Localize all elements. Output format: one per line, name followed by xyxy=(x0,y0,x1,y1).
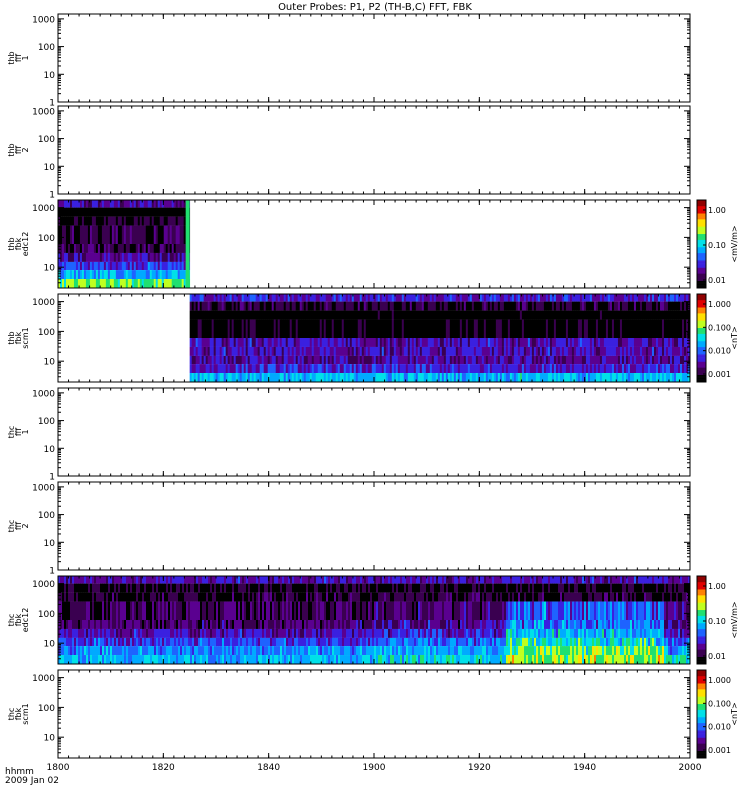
colorbar-label: <nT> xyxy=(730,326,739,349)
panel-frame xyxy=(57,13,691,103)
y-tick-label: 10 xyxy=(44,445,56,455)
y-tick-label: 1000 xyxy=(32,483,55,493)
y-tick-label: 1 xyxy=(49,191,55,201)
y-axis-label: 2 xyxy=(21,523,30,528)
y-tick-label: 100 xyxy=(38,43,55,53)
y-tick-label: 10 xyxy=(44,71,56,81)
y-tick-label: 1000 xyxy=(32,204,55,214)
colorbar-label: <mV/m> xyxy=(730,225,739,262)
y-axis-label: 1 xyxy=(21,429,30,434)
colorbar-tick-label: 0.010 xyxy=(708,347,731,356)
panel-frame xyxy=(57,387,691,477)
colorbar-tick-label: 1.000 xyxy=(708,300,731,309)
y-axis-label: 2 xyxy=(21,147,30,152)
y-tick-label: 1 xyxy=(49,473,55,483)
y-tick-label: 1000 xyxy=(32,298,55,308)
y-tick-label: 1000 xyxy=(32,389,55,399)
y-tick-label: 100 xyxy=(38,417,55,427)
y-tick-label: 1 xyxy=(49,567,55,577)
panel-thb-fff-2: 1101001000thbfff2 xyxy=(7,105,691,201)
colorbar-tick-label: 0.001 xyxy=(708,370,731,379)
panel-thc-fbk-edc12: 101001000thcfbkedc121.000.100.01<mV/m> xyxy=(7,575,739,665)
figure-title: Outer Probes: P1, P2 (TH-B,C) FFT, FBK xyxy=(278,2,472,13)
panel-thb-fff-1: 1101001000thbfff1 xyxy=(7,13,691,109)
panel-thb-fbk-edc12: 101001000thbfbkedc121.000.100.01<mV/m> xyxy=(7,199,739,289)
colorbar-tick-label: 1.00 xyxy=(708,206,726,215)
panel-frame xyxy=(57,105,691,195)
spectrogram-figure: Outer Probes: P1, P2 (TH-B,C) FFT, FBK 1… xyxy=(5,2,739,786)
y-tick-label: 10 xyxy=(44,358,56,368)
y-tick-label: 10 xyxy=(44,539,56,549)
panel-thb-fbk-scm1: 101001000thbfbkscm11.0000.1000.0100.001<… xyxy=(7,293,739,383)
colorbar-tick-label: 0.01 xyxy=(708,276,726,285)
colorbar-tick-label: 0.100 xyxy=(708,323,731,332)
y-tick-label: 1000 xyxy=(32,15,55,25)
spectrogram-edge xyxy=(185,200,190,288)
y-tick-label: 10 xyxy=(44,264,56,274)
y-axis-label: edc12 xyxy=(21,232,30,257)
panel-frame xyxy=(57,481,691,571)
colorbar-tick-label: 0.10 xyxy=(708,241,726,250)
y-tick-label: 10 xyxy=(44,163,56,173)
y-tick-label: 100 xyxy=(38,234,55,244)
y-tick-label: 1000 xyxy=(32,107,55,117)
panel-thc-fff-1: 1101001000thcfff1 xyxy=(7,387,691,483)
y-tick-label: 100 xyxy=(38,135,55,145)
panel-thc-fff-2: 1101001000thcfff2 xyxy=(7,481,691,577)
y-axis-label: 1 xyxy=(21,55,30,60)
panels: 1101001000thbfff11101001000thbfff2101001… xyxy=(7,13,739,773)
y-axis-label: scm1 xyxy=(21,327,30,348)
y-tick-label: 100 xyxy=(38,511,55,521)
y-tick-label: 100 xyxy=(38,328,55,338)
